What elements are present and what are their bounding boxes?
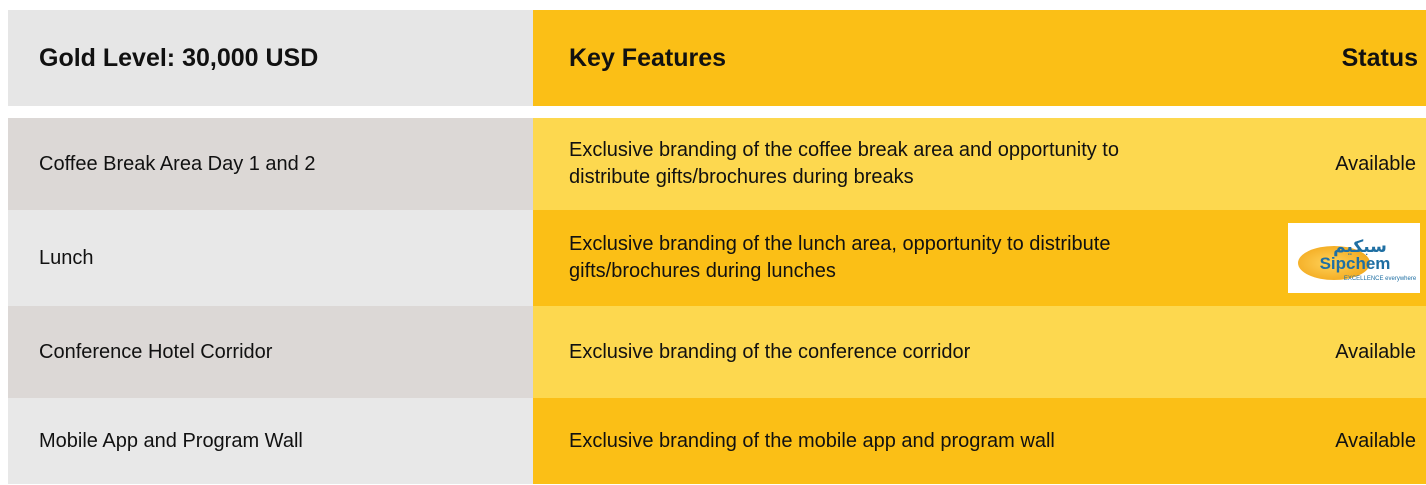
status-cell: Available (1273, 118, 1426, 210)
feature-text: Exclusive branding of the lunch area, op… (569, 233, 1111, 282)
level-title: Gold Level: 30,000 USD (39, 43, 319, 72)
table-row: Conference Hotel Corridor Exclusive bran… (8, 306, 1426, 398)
feature-text: Exclusive branding of the coffee break a… (569, 139, 1119, 188)
svg-text:Sipchem: Sipchem (1320, 254, 1391, 273)
status-title: Status (1341, 43, 1418, 72)
item-cell: Lunch (8, 210, 533, 306)
status-text: Available (1335, 429, 1416, 452)
item-cell: Conference Hotel Corridor (8, 306, 533, 398)
svg-text:EXCELLENCE everywhere: EXCELLENCE everywhere (1344, 276, 1417, 282)
feature-cell: Exclusive branding of the conference cor… (533, 306, 1273, 398)
header-key-features: Key Features (533, 10, 1273, 106)
feature-text: Exclusive branding of the mobile app and… (569, 429, 1055, 452)
sipchem-logo-graphic: سبكيم Sipchem EXCELLENCE everywhere (1298, 237, 1417, 282)
sponsorship-table: Gold Level: 30,000 USD Key Features Stat… (8, 10, 1426, 484)
header-level: Gold Level: 30,000 USD (8, 10, 533, 106)
key-features-title: Key Features (569, 43, 727, 72)
status-cell: سبكيم Sipchem EXCELLENCE everywhere (1273, 210, 1426, 306)
status-text: Available (1335, 152, 1416, 175)
item-cell: Coffee Break Area Day 1 and 2 (8, 118, 533, 210)
item-name: Conference Hotel Corridor (39, 340, 273, 363)
table-row: Lunch Exclusive branding of the lunch ar… (8, 210, 1426, 306)
status-cell: Available (1273, 398, 1426, 484)
status-cell: Available (1273, 306, 1426, 398)
table-header: Gold Level: 30,000 USD Key Features Stat… (8, 10, 1426, 106)
feature-cell: Exclusive branding of the mobile app and… (533, 398, 1273, 484)
item-name: Lunch (39, 246, 94, 269)
item-name: Mobile App and Program Wall (39, 429, 303, 452)
sipchem-logo: سبكيم Sipchem EXCELLENCE everywhere (1288, 223, 1420, 293)
header-status: Status (1273, 10, 1426, 106)
feature-text: Exclusive branding of the conference cor… (569, 340, 971, 363)
table-row: Coffee Break Area Day 1 and 2 Exclusive … (8, 118, 1426, 210)
feature-cell: Exclusive branding of the coffee break a… (533, 118, 1273, 210)
item-cell: Mobile App and Program Wall (8, 398, 533, 484)
feature-cell: Exclusive branding of the lunch area, op… (533, 210, 1273, 306)
status-text: Available (1335, 340, 1416, 363)
item-name: Coffee Break Area Day 1 and 2 (39, 152, 316, 175)
table-row: Mobile App and Program Wall Exclusive br… (8, 398, 1426, 484)
